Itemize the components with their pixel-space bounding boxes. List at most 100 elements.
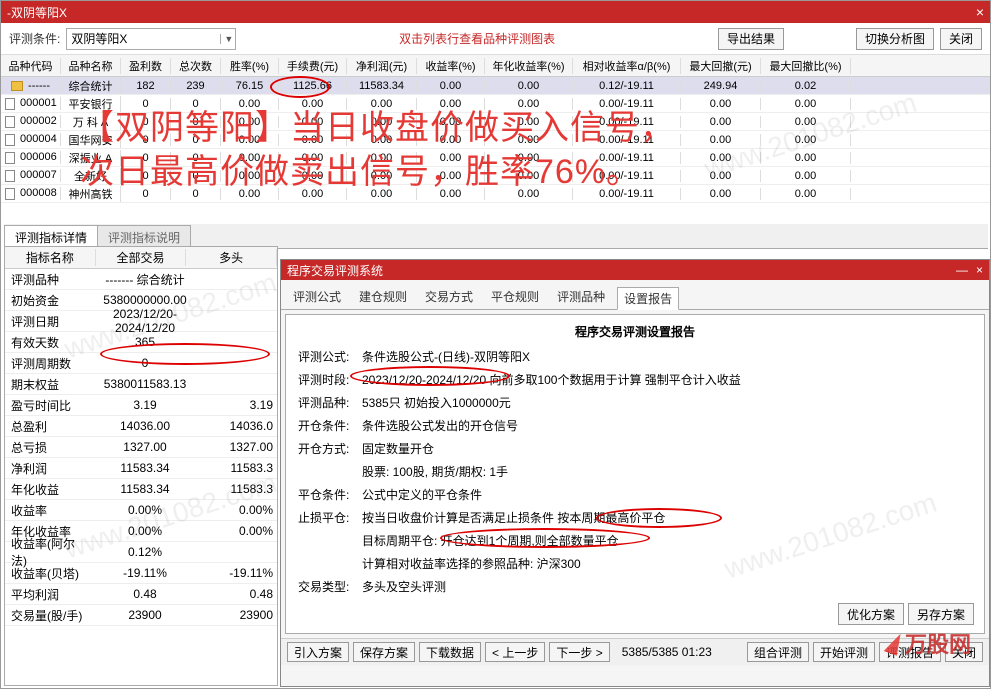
grid-header: 品种代码品种名称盈利数总次数胜率(%)手续费(元)净利润(元)收益率(%)年化收… <box>1 55 990 77</box>
report-line: 交易类型:多头及空头评测 <box>298 578 972 596</box>
saveas-button[interactable]: 另存方案 <box>908 603 974 625</box>
grid-body: ------综合统计18223976.151125.6611583.340.00… <box>1 77 990 203</box>
grid-header-cell[interactable]: 年化收益率(%) <box>485 58 573 74</box>
sub-tab[interactable]: 交易方式 <box>419 286 479 309</box>
indicator-row[interactable]: 净利润11583.3411583.3 <box>5 458 277 479</box>
grid-header-cell[interactable]: 相对收益率α/β(%) <box>573 58 681 74</box>
optimize-button[interactable]: 优化方案 <box>838 603 904 625</box>
indicator-panel: 指标名称全部交易多头 评测品种------- 综合统计初始资金538000000… <box>4 246 278 686</box>
table-row[interactable]: ------综合统计18223976.151125.6611583.340.00… <box>1 77 990 95</box>
logo: 万股网 <box>887 627 971 659</box>
bottom-button[interactable]: 下一步 > <box>549 642 609 662</box>
report-line: 评测时段:2023/12/20-2024/12/20 向前多取100个数据用于计… <box>298 371 972 389</box>
grid-header-cell[interactable]: 盈利数 <box>121 58 171 74</box>
grid-header-cell[interactable]: 总次数 <box>171 58 221 74</box>
sub-tab[interactable]: 设置报告 <box>617 287 679 310</box>
report-line: 开仓方式:固定数量开仓 <box>298 440 972 458</box>
table-row[interactable]: 000001平安银行000.000.000.000.000.000.00/-19… <box>1 95 990 113</box>
indicator-header-cell: 多头 <box>186 249 277 266</box>
table-row[interactable]: 000007全新好000.000.000.000.000.000.00/-19.… <box>1 167 990 185</box>
indicator-row[interactable]: 交易量(股/手)2390023900 <box>5 605 277 626</box>
document-icon <box>5 116 15 128</box>
status-text: 5385/5385 01:23 <box>614 645 720 659</box>
main-titlebar: -双阴等阳X × <box>1 1 990 23</box>
indicator-row[interactable]: 评测周期数0 <box>5 353 277 374</box>
bottom-button[interactable]: 下载数据 <box>419 642 481 662</box>
toolbar: 评测条件: 双阴等阳X ▼ 双击列表行查看品种评测图表 导出结果 切换分析图 关… <box>1 23 990 55</box>
indicator-row[interactable]: 平均利润0.480.48 <box>5 584 277 605</box>
document-icon <box>5 152 15 164</box>
report-line: 平仓条件:公式中定义的平仓条件 <box>298 486 972 504</box>
combo-value: 双阴等阳X <box>71 30 127 47</box>
main-window: -双阴等阳X × 评测条件: 双阴等阳X ▼ 双击列表行查看品种评测图表 导出结… <box>0 0 991 689</box>
bottom-button[interactable]: 引入方案 <box>287 642 349 662</box>
report-line: 止损平仓:按当日收盘价计算是否满足止损条件 按本周期最高价平仓 <box>298 509 972 527</box>
grid-header-cell[interactable]: 最大回撤比(%) <box>761 58 851 74</box>
sub-tab[interactable]: 建仓规则 <box>353 286 413 309</box>
table-row[interactable]: 000006深振业 A000.000.000.000.000.000.00/-1… <box>1 149 990 167</box>
sub-window: 程序交易评测系统 — × 评测公式建仓规则交易方式平仓规则评测品种设置报告 程序… <box>280 259 990 687</box>
document-icon <box>5 134 15 146</box>
table-row[interactable]: 000008神州高铁000.000.000.000.000.000.00/-19… <box>1 185 990 203</box>
report-title: 程序交易评测设置报告 <box>298 323 972 340</box>
chevron-down-icon: ▼ <box>220 34 233 44</box>
indicator-row[interactable]: 年化收益11583.3411583.3 <box>5 479 277 500</box>
indicator-header-cell: 全部交易 <box>96 249 187 266</box>
indicator-row[interactable]: 收益率(贝塔)-19.11%-19.11% <box>5 563 277 584</box>
close-icon[interactable]: × <box>976 263 983 277</box>
grid-header-cell[interactable]: 净利润(元) <box>347 58 417 74</box>
grid-header-cell[interactable]: 胜率(%) <box>221 58 279 74</box>
document-icon <box>5 98 15 110</box>
grid-header-cell[interactable]: 手续费(元) <box>279 58 347 74</box>
bottom-button[interactable]: 组合评测 <box>747 642 809 662</box>
report-line: 股票: 100股, 期货/期权: 1手 <box>298 463 972 481</box>
grid-header-cell[interactable]: 品种代码 <box>1 58 61 74</box>
bottom-bar: 引入方案保存方案下载数据< 上一步下一步 > 5385/5385 01:23 组合评… <box>281 638 989 665</box>
report-line: 目标周期平仓: 开仓达到1个周期,则全部数量平仓 <box>298 532 972 550</box>
report-body: 程序交易评测设置报告 评测公式:条件选股公式-(日线)-双阴等阳X 评测时段:20… <box>285 314 985 634</box>
indicator-header: 指标名称全部交易多头 <box>5 247 277 269</box>
document-icon <box>5 170 15 182</box>
indicator-row[interactable]: 期末权益538001158​3.13 <box>5 374 277 395</box>
report-line: 计算相对收益率选择的参照品种: 沪深300 <box>298 555 972 573</box>
condition-label: 评测条件: <box>9 30 60 47</box>
indicator-row[interactable]: 评测日期2023/12/20-2024/12/20 <box>5 311 277 332</box>
grid-header-cell[interactable]: 最大回撤(元) <box>681 58 761 74</box>
sub-tab[interactable]: 评测品种 <box>551 286 611 309</box>
sub-tab[interactable]: 评测公式 <box>287 286 347 309</box>
indicator-header-cell: 指标名称 <box>5 249 96 266</box>
report-line: 开仓条件:条件选股公式发出的开仓信号 <box>298 417 972 435</box>
table-row[interactable]: 000002万 科 A000.000.000.000.000.000.00/-1… <box>1 113 990 131</box>
hint-text: 双击列表行查看品种评测图表 <box>242 30 712 47</box>
document-icon <box>5 188 15 200</box>
close-button[interactable]: 关闭 <box>940 28 982 50</box>
sub-titlebar: 程序交易评测系统 — × <box>281 260 989 280</box>
bottom-button[interactable]: 开始评测 <box>813 642 875 662</box>
grid-header-cell[interactable]: 品种名称 <box>61 58 121 74</box>
switch-chart-button[interactable]: 切换分析图 <box>856 28 934 50</box>
indicator-row[interactable]: 收益率0.00%0.00% <box>5 500 277 521</box>
report-line: 评测品种:5385只 初始投入1000000元 <box>298 394 972 412</box>
condition-combo[interactable]: 双阴等阳X ▼ <box>66 28 236 50</box>
indicator-row[interactable]: 有效天数365 <box>5 332 277 353</box>
folder-icon <box>11 81 23 91</box>
window-title: -双阴等阳X <box>7 4 976 21</box>
indicator-row[interactable]: 评测品种------- 综合统计 <box>5 269 277 290</box>
indicator-row[interactable]: 收益率(阿尔法)0.12% <box>5 542 277 563</box>
bottom-button[interactable]: 保存方案 <box>353 642 415 662</box>
grid-header-cell[interactable]: 收益率(%) <box>417 58 485 74</box>
sub-window-title: 程序交易评测系统 <box>287 262 956 279</box>
table-row[interactable]: 000004国华网安000.000.000.000.000.000.00/-19… <box>1 131 990 149</box>
indicator-row[interactable]: 盈亏时间比3.193.19 <box>5 395 277 416</box>
export-button[interactable]: 导出结果 <box>718 28 784 50</box>
indicator-row[interactable]: 总盈利14036.0014036.0 <box>5 416 277 437</box>
kite-icon <box>884 630 905 655</box>
logo-text: 万股网 <box>905 627 971 659</box>
sub-tab[interactable]: 平仓规则 <box>485 286 545 309</box>
close-icon[interactable]: × <box>976 4 984 20</box>
sub-tabs: 评测公式建仓规则交易方式平仓规则评测品种设置报告 <box>281 280 989 310</box>
minimize-icon[interactable]: — <box>956 263 968 277</box>
report-line: 评测公式:条件选股公式-(日线)-双阴等阳X <box>298 348 972 366</box>
indicator-row[interactable]: 总亏损1327.001327.00 <box>5 437 277 458</box>
bottom-button[interactable]: < 上一步 <box>485 642 545 662</box>
